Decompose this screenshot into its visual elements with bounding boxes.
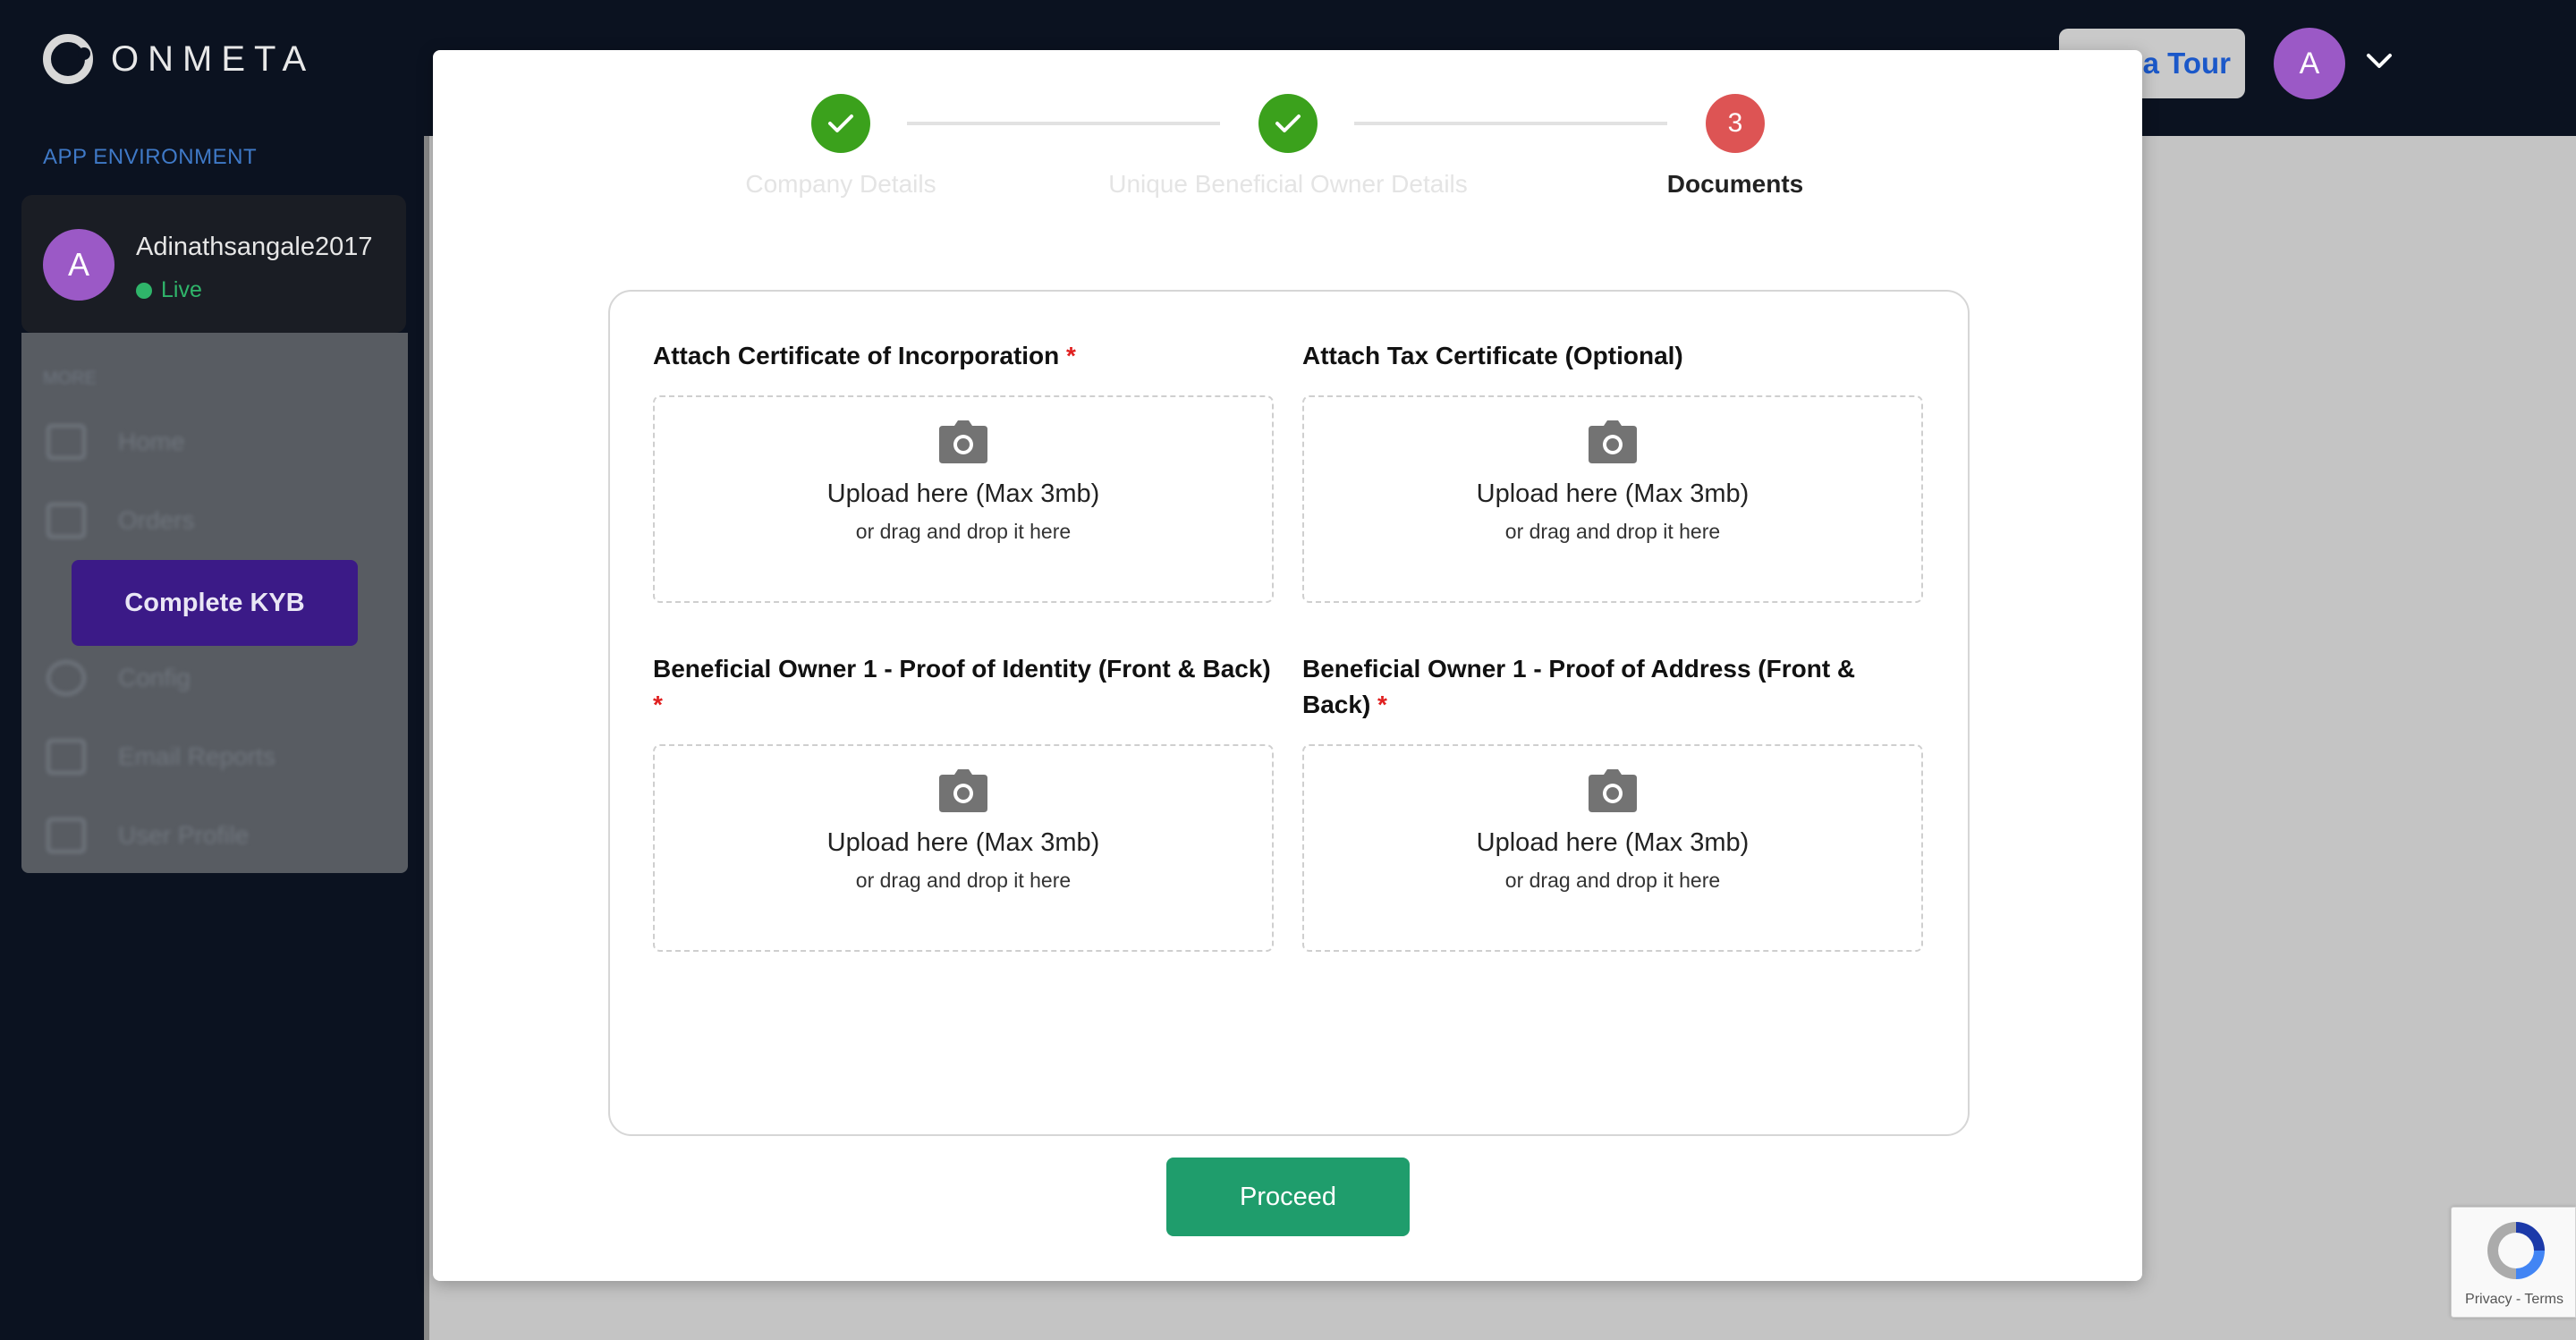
sidebar-item-user-profile[interactable]: User Profile — [47, 818, 249, 853]
recaptcha-badge[interactable]: Privacy - Terms — [2451, 1207, 2576, 1318]
upload-instructions: Upload here (Max 3mb) — [1476, 828, 1750, 857]
home-icon — [47, 424, 86, 460]
sidebar-item-orders[interactable]: Orders — [47, 503, 195, 539]
account-switcher[interactable]: A Adinathsangale2017 Live — [21, 195, 406, 333]
upload-proof-identity[interactable]: Upload here (Max 3mb) or drag and drop i… — [653, 744, 1274, 952]
check-icon — [1275, 114, 1301, 132]
documents-form: Attach Certificate of Incorporation * Up… — [608, 290, 1970, 1136]
step-3-label: Documents — [1666, 170, 1804, 198]
complete-kyb-button[interactable]: Complete KYB — [72, 560, 358, 646]
upload-instructions: Upload here (Max 3mb) — [826, 479, 1100, 508]
live-status-dot-icon — [136, 282, 152, 299]
field-label-tax-certificate: Attach Tax Certificate (Optional) — [1302, 338, 1928, 374]
step-1-label: Company Details — [745, 170, 936, 198]
sidebar-item-config[interactable]: Config — [47, 660, 191, 696]
mail-icon — [47, 739, 86, 775]
account-avatar: A — [43, 229, 114, 301]
upload-proof-address[interactable]: Upload here (Max 3mb) or drag and drop i… — [1302, 744, 1923, 952]
upload-drag-hint: or drag and drop it here — [855, 869, 1072, 892]
sidebar-menu-overlay: MORE Home Orders Config Email Reports Us… — [21, 333, 408, 873]
step-3-active: 3 — [1706, 94, 1765, 153]
sidebar-item-label: Config — [118, 664, 191, 691]
account-name: Adinathsangale2017 — [136, 233, 373, 261]
required-marker: * — [1066, 342, 1076, 369]
upload-drag-hint: or drag and drop it here — [855, 520, 1072, 543]
field-label-text: Attach Tax Certificate (Optional) — [1302, 342, 1683, 369]
book-icon — [47, 818, 86, 853]
camera-icon — [1589, 769, 1637, 812]
upload-certificate-incorporation[interactable]: Upload here (Max 3mb) or drag and drop i… — [653, 395, 1274, 603]
sidebar-item-label: Orders — [118, 506, 195, 534]
upload-instructions: Upload here (Max 3mb) — [826, 828, 1100, 857]
check-icon — [828, 114, 853, 132]
account-status-text: Live — [161, 277, 202, 302]
upload-tax-certificate[interactable]: Upload here (Max 3mb) or drag and drop i… — [1302, 395, 1923, 603]
globe-icon — [47, 660, 86, 696]
kyb-modal: Company Details Unique Beneficial Owner … — [433, 50, 2142, 1281]
step-2-label: Unique Beneficial Owner Details — [1108, 170, 1468, 198]
recaptcha-icon — [2487, 1222, 2545, 1279]
sidebar-item-label: Email Reports — [118, 742, 275, 770]
account-status: Live — [136, 277, 202, 303]
field-label-proof-identity: Beneficial Owner 1 - Proof of Identity (… — [653, 651, 1279, 723]
sidebar-item-email-reports[interactable]: Email Reports — [47, 739, 275, 775]
proceed-button[interactable]: Proceed — [1166, 1158, 1410, 1236]
upload-instructions: Upload here (Max 3mb) — [1476, 479, 1750, 508]
camera-icon — [939, 420, 987, 463]
orders-icon — [47, 503, 86, 539]
stepper-connector — [1354, 122, 1667, 125]
upload-drag-hint: or drag and drop it here — [1504, 520, 1721, 543]
recaptcha-links[interactable]: Privacy - Terms — [2452, 1292, 2576, 1308]
required-marker: * — [1377, 691, 1387, 718]
menu-section-label: MORE — [43, 369, 97, 388]
user-avatar[interactable]: A — [2274, 28, 2345, 99]
field-label-proof-address: Beneficial Owner 1 - Proof of Address (F… — [1302, 651, 1911, 723]
step-2-complete — [1258, 94, 1318, 153]
required-marker: * — [653, 691, 663, 718]
sidebar-item-label: User Profile — [118, 821, 250, 849]
sidebar: ONMETA APP ENVIRONMENT A Adinathsangale2… — [0, 0, 429, 1340]
brand-name: ONMETA — [111, 38, 316, 79]
logo-mark-icon — [43, 34, 93, 84]
sidebar-item-home[interactable]: Home — [47, 424, 185, 460]
upload-drag-hint: or drag and drop it here — [1504, 869, 1721, 892]
field-label-certificate-incorporation: Attach Certificate of Incorporation * — [653, 338, 1279, 374]
app-environment-label: APP ENVIRONMENT — [43, 145, 258, 169]
brand-logo[interactable]: ONMETA — [43, 34, 315, 84]
chevron-down-icon[interactable] — [2363, 45, 2395, 77]
field-label-text: Beneficial Owner 1 - Proof of Identity (… — [653, 655, 1271, 683]
step-1-complete — [811, 94, 870, 153]
camera-icon — [939, 769, 987, 812]
camera-icon — [1589, 420, 1637, 463]
sidebar-item-label: Home — [118, 428, 185, 455]
stepper-connector — [907, 122, 1220, 125]
field-label-text: Attach Certificate of Incorporation — [653, 342, 1060, 369]
